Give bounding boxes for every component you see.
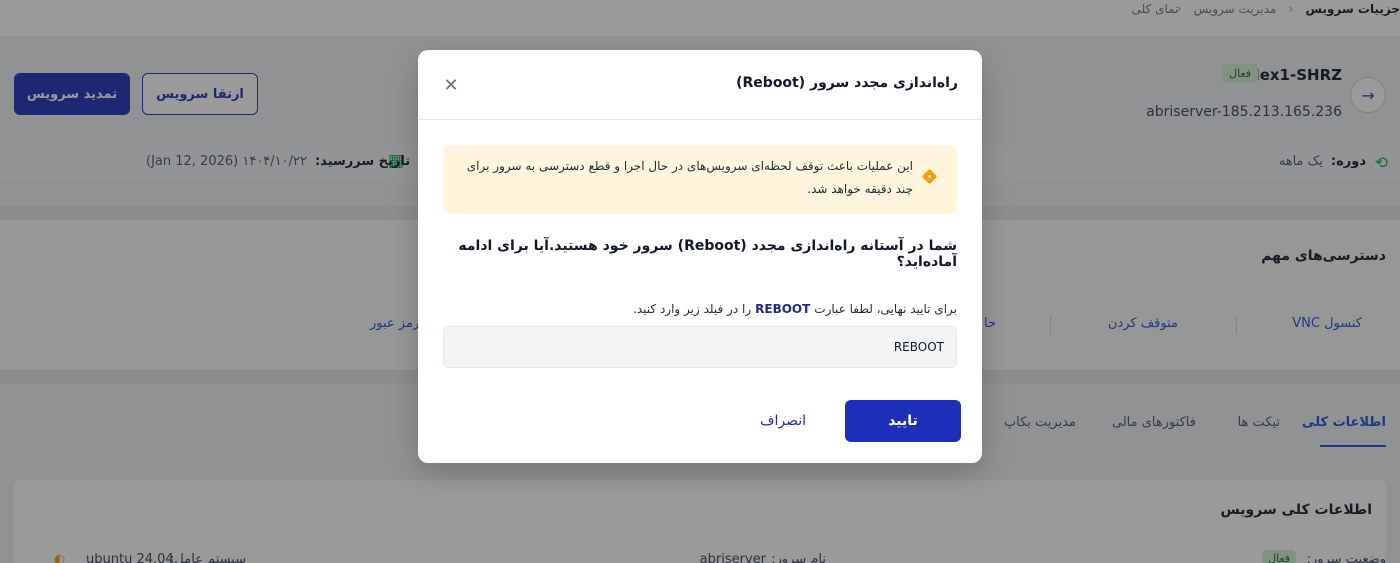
- warning-icon: [921, 168, 938, 185]
- confirm-button[interactable]: تایید: [845, 400, 961, 442]
- cancel-button[interactable]: انصراف: [738, 400, 828, 442]
- hint-before: برای تایید نهایی، لطفا عبارت: [814, 302, 957, 316]
- close-icon[interactable]: ✕: [440, 74, 462, 96]
- confirm-hint: برای تایید نهایی، لطفا عبارت REBOOT را د…: [633, 302, 957, 316]
- confirm-input[interactable]: [443, 326, 957, 368]
- warning-box: این عملیات باعث توقف لحظه‌ای سرویس‌های د…: [443, 145, 957, 214]
- reboot-modal: راه‌اندازی مجدد سرور (Reboot) ✕ این عملی…: [418, 50, 982, 463]
- hint-keyword: REBOOT: [755, 302, 811, 316]
- warning-text: این عملیات باعث توقف لحظه‌ای سرویس‌های د…: [466, 159, 913, 196]
- reboot-question: شما در آستانه راه‌اندازی مجدد (Reboot) س…: [458, 238, 957, 270]
- modal-title: راه‌اندازی مجدد سرور (Reboot): [736, 75, 958, 91]
- modal-header: راه‌اندازی مجدد سرور (Reboot) ✕: [418, 50, 982, 120]
- hint-after: را در فیلد زیر وارد کنید.: [633, 302, 752, 316]
